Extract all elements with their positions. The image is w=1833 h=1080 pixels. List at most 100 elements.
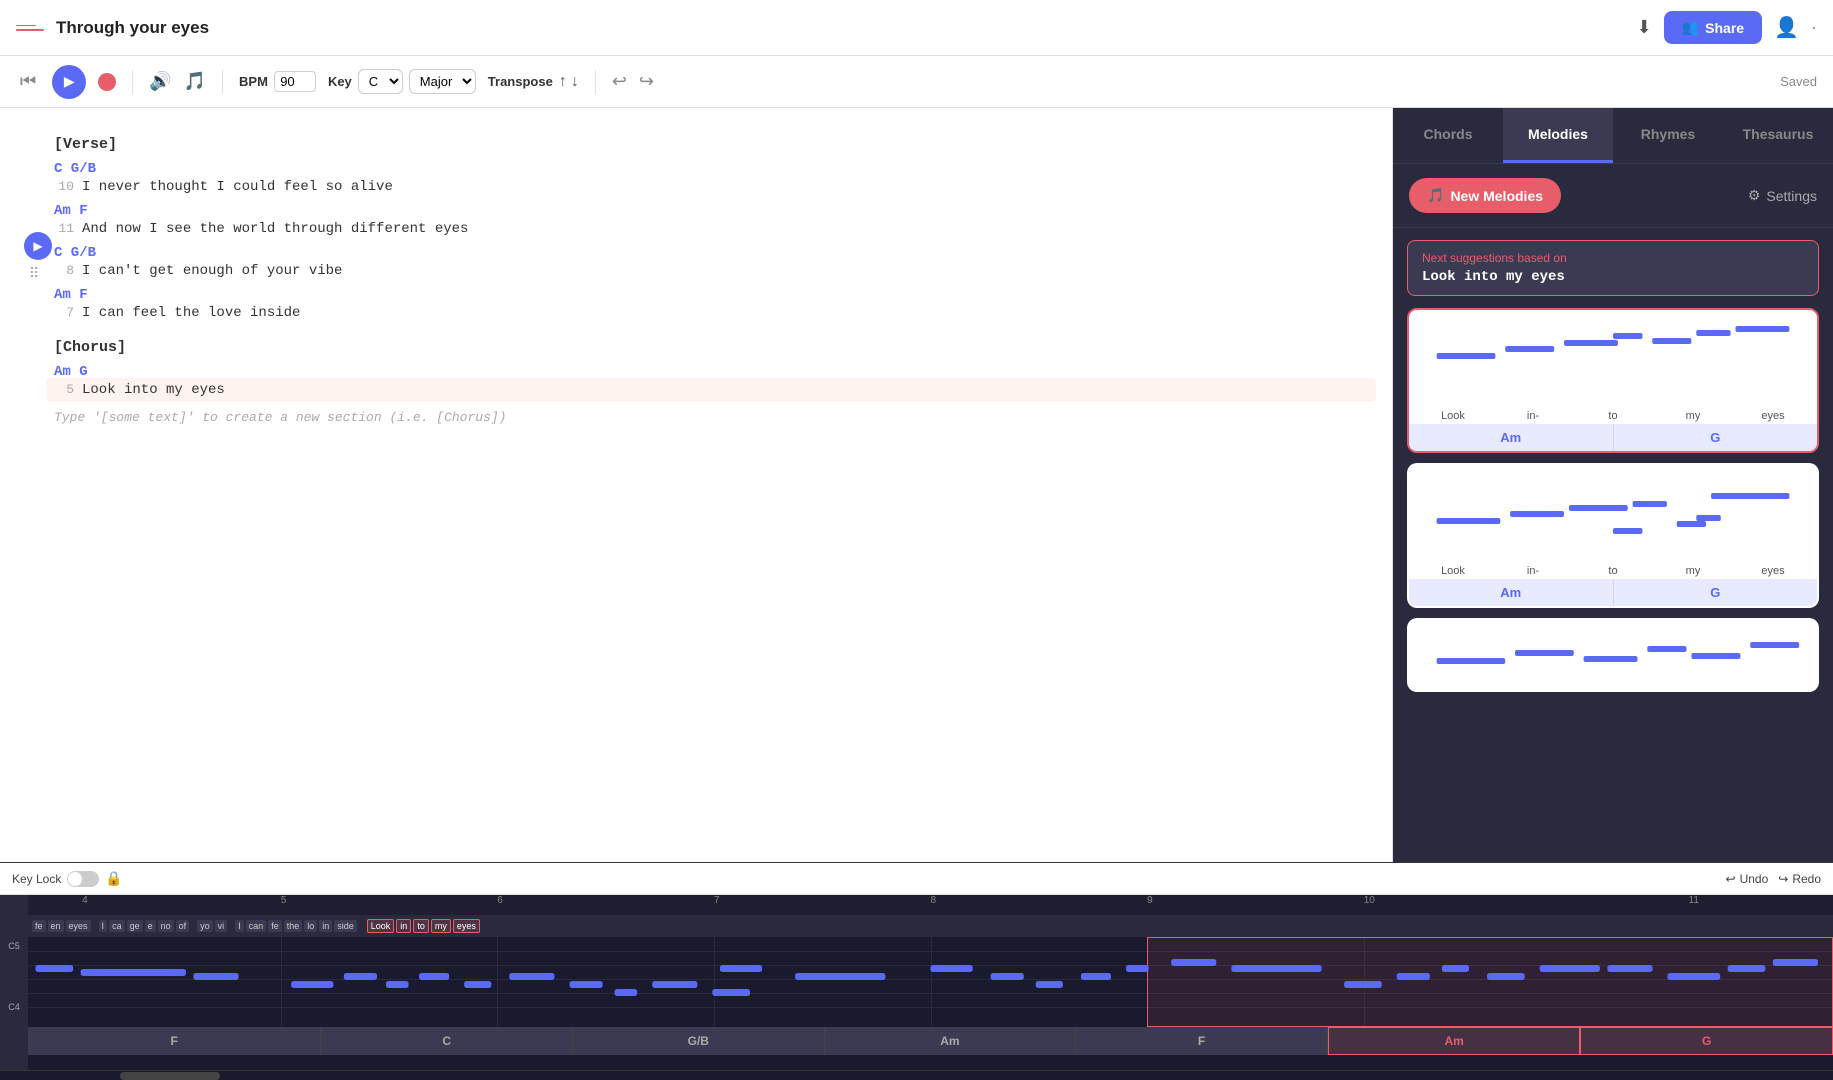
key-lock-group: Key Lock 🔒 bbox=[12, 870, 123, 887]
transpose-down-button[interactable]: ↓ bbox=[571, 73, 579, 91]
lyric-chip: en bbox=[48, 920, 64, 932]
scrollbar-thumb[interactable] bbox=[120, 1072, 220, 1080]
tab-melodies[interactable]: Melodies bbox=[1503, 108, 1613, 163]
mode-select[interactable]: MajorMinor bbox=[409, 69, 476, 94]
new-melodies-button[interactable]: 🎵 New Melodies bbox=[1409, 178, 1561, 213]
editor-content: [Verse] C G/B 10 I never thought I could… bbox=[54, 128, 1368, 425]
chord-line-2: Am F bbox=[54, 203, 1368, 219]
lyric-chip: I bbox=[99, 920, 108, 932]
key-select[interactable]: CDEFGAB bbox=[358, 69, 403, 94]
record-button[interactable] bbox=[98, 73, 116, 91]
melody-piano-roll-3 bbox=[1409, 620, 1817, 690]
tab-rhymes[interactable]: Rhymes bbox=[1613, 108, 1723, 163]
line-number: 11 bbox=[54, 221, 74, 236]
lock-icon: 🔒 bbox=[105, 870, 122, 887]
play-button[interactable]: ▶ bbox=[52, 65, 86, 99]
melody-chords-2: Am G bbox=[1409, 579, 1817, 606]
bpm-group: BPM bbox=[239, 71, 316, 92]
play-section-button[interactable]: ▶ bbox=[24, 232, 52, 260]
lyric-chip: lo bbox=[304, 920, 317, 932]
section-verse: [Verse] bbox=[54, 136, 1368, 153]
editor-panel[interactable]: ▶ ⠿ [Verse] C G/B 10 I never thought I c… bbox=[0, 108, 1393, 862]
note-c5: C5 bbox=[0, 941, 28, 951]
bpm-input[interactable] bbox=[274, 71, 316, 92]
share-icon: 👥 bbox=[1682, 19, 1699, 36]
lyric-chip: fe bbox=[268, 920, 282, 932]
measure-num: 8 bbox=[931, 895, 937, 906]
key-lock-label: Key Lock bbox=[12, 872, 61, 886]
lyric-line-1[interactable]: 10 I never thought I could feel so alive bbox=[54, 179, 1368, 195]
lyric-text[interactable]: I can feel the love inside bbox=[82, 305, 300, 321]
suggestions-settings-button[interactable]: ⚙ Settings bbox=[1748, 187, 1817, 204]
bottom-panel: Key Lock 🔒 ↩ Undo ↪ Redo C5 C4 4 5 6 7 8… bbox=[0, 862, 1833, 1080]
chord-bar-am-highlight: Am bbox=[1328, 1027, 1581, 1055]
measure-numbers: 4 5 6 7 8 9 10 11 bbox=[28, 895, 1833, 915]
transpose-up-button[interactable]: ↑ bbox=[559, 73, 567, 91]
key-group: Key CDEFGAB MajorMinor bbox=[328, 69, 476, 94]
bottom-toolbar: Key Lock 🔒 ↩ Undo ↪ Redo bbox=[0, 863, 1833, 895]
scrollbar-area[interactable] bbox=[0, 1070, 1833, 1080]
piano-roll-area: C5 C4 4 5 6 7 8 9 10 11 fe en eyes I ca bbox=[0, 895, 1833, 1070]
undo-redo-group: ↩ Undo ↪ Redo bbox=[1726, 872, 1822, 886]
editor-placeholder[interactable]: Type '[some text]' to create a new secti… bbox=[54, 410, 1368, 425]
lyric-chip: ge bbox=[127, 920, 143, 932]
line-number: 5 bbox=[54, 382, 74, 397]
melody-card[interactable]: ↙ Look in- to bbox=[1407, 308, 1819, 453]
chord-bars: F C G/B Am F Am G bbox=[28, 1027, 1833, 1055]
undo-toolbar-button[interactable]: ↩ bbox=[612, 71, 627, 92]
next-suggestions-box: Next suggestions based on Look into my e… bbox=[1407, 240, 1819, 296]
settings-icon-button[interactable]: 🎵 bbox=[184, 71, 206, 92]
separator2 bbox=[222, 70, 223, 94]
suggestions-toolbar: 🎵 New Melodies ⚙ Settings bbox=[1393, 164, 1833, 228]
tab-chords[interactable]: Chords bbox=[1393, 108, 1503, 163]
tab-thesaurus[interactable]: Thesaurus bbox=[1723, 108, 1833, 163]
melody-card[interactable]: Look in- to my eyes Am G bbox=[1407, 463, 1819, 608]
lyric-chip: can bbox=[246, 920, 267, 932]
melody-cards-list: ↙ Look in- to bbox=[1393, 308, 1833, 862]
user-avatar-button[interactable]: 👤 bbox=[1774, 15, 1799, 40]
download-button[interactable]: ⬇ bbox=[1637, 17, 1652, 38]
lyric-chip: side bbox=[334, 920, 357, 932]
transpose-group: Transpose ↑ ↓ bbox=[488, 73, 579, 91]
lyric-text[interactable]: I can't get enough of your vibe bbox=[82, 263, 342, 279]
bpm-label: BPM bbox=[239, 74, 268, 89]
redo-toolbar-button[interactable]: ↪ bbox=[639, 71, 654, 92]
lyric-chip: ca bbox=[109, 920, 125, 932]
lyric-text[interactable]: I never thought I could feel so alive bbox=[82, 179, 393, 195]
lyric-chip-highlight: in bbox=[396, 919, 411, 933]
measure-num: 10 bbox=[1364, 895, 1375, 906]
lyric-line-3[interactable]: 8 I can't get enough of your vibe bbox=[54, 263, 1368, 279]
lyric-line-5[interactable]: 5 Look into my eyes bbox=[46, 378, 1376, 402]
melody-card[interactable] bbox=[1407, 618, 1819, 692]
drag-handle[interactable]: ⠿ bbox=[24, 265, 44, 282]
lyric-chips-row: fe en eyes I ca ge e no of yo vi I can f… bbox=[28, 915, 1833, 937]
next-suggestions-label: Next suggestions based on bbox=[1422, 251, 1804, 265]
nav-buttons: ⏮ bbox=[16, 67, 40, 96]
lyric-chip-highlight: Look bbox=[367, 919, 395, 933]
main-layout: ▶ ⠿ [Verse] C G/B 10 I never thought I c… bbox=[0, 108, 1833, 862]
melody-chords-1: Am G bbox=[1409, 424, 1817, 451]
lyric-line-4[interactable]: 7 I can feel the love inside bbox=[54, 305, 1368, 321]
prev-button[interactable]: ⏮ bbox=[16, 67, 40, 96]
chord-line-1: C G/B bbox=[54, 161, 1368, 177]
lyric-chip-highlight: my bbox=[431, 919, 451, 933]
notes-svg bbox=[28, 937, 1833, 1027]
measure-num: 11 bbox=[1689, 895, 1699, 906]
more-options-button[interactable]: · bbox=[1811, 17, 1817, 38]
lyric-text[interactable]: Look into my eyes bbox=[82, 382, 225, 398]
roll-content: 4 5 6 7 8 9 10 11 fe en eyes I ca ge e n… bbox=[28, 895, 1833, 1070]
lyric-chip: e bbox=[145, 920, 156, 932]
lyric-chip: no bbox=[158, 920, 174, 932]
music-icon: 🎵 bbox=[1427, 187, 1444, 204]
chord-bar-f: F bbox=[28, 1027, 321, 1055]
toggle-thumb bbox=[68, 872, 82, 886]
undo-button[interactable]: ↩ Undo bbox=[1726, 872, 1769, 886]
lyric-line-2[interactable]: 11 And now I see the world through diffe… bbox=[54, 221, 1368, 237]
melody-word-labels-2: Look in- to my eyes bbox=[1409, 565, 1817, 579]
key-lock-toggle[interactable] bbox=[67, 871, 99, 887]
share-button[interactable]: 👥 Share bbox=[1664, 11, 1762, 44]
volume-button[interactable]: 🔊 bbox=[149, 71, 171, 92]
redo-button[interactable]: ↪ Redo bbox=[1778, 872, 1821, 886]
app-logo bbox=[16, 25, 44, 31]
lyric-text[interactable]: And now I see the world through differen… bbox=[82, 221, 468, 237]
